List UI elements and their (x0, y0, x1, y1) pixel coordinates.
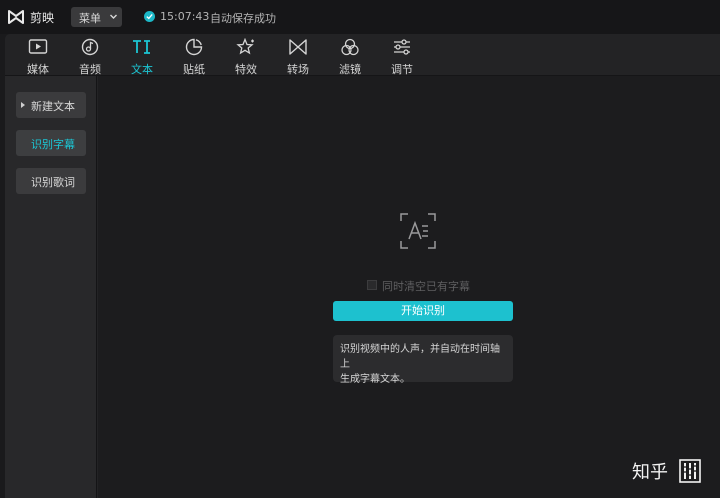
sidebar-item-label: 新建文本 (31, 100, 75, 113)
tab-audio-label: 音频 (79, 63, 101, 76)
tab-transition[interactable]: 转场 (274, 36, 322, 76)
caret-right-icon (21, 102, 25, 108)
clear-subtitles-label: 同时清空已有字幕 (382, 280, 470, 293)
start-recognition-button[interactable]: 开始识别 (333, 301, 513, 321)
clear-subtitles-checkbox[interactable] (367, 280, 377, 290)
auto-caption-icon (400, 213, 436, 249)
capcut-logo-icon (8, 10, 24, 24)
tab-audio[interactable]: 音频 (66, 36, 114, 76)
sidebar-item-label: 识别歌词 (31, 176, 75, 189)
save-status-text: 自动保存成功 (210, 12, 276, 25)
sidebar-item-label: 识别字幕 (31, 138, 75, 151)
tab-transition-label: 转场 (287, 63, 309, 76)
menu-label: 菜单 (79, 12, 101, 25)
audio-icon (81, 38, 99, 56)
tab-adjust-label: 调节 (391, 63, 413, 76)
check-circle-icon (144, 11, 155, 22)
tab-sticker-label: 贴纸 (183, 63, 205, 76)
media-icon (28, 39, 48, 54)
tab-adjust[interactable]: 调节 (378, 36, 426, 76)
tab-text-label: 文本 (131, 63, 153, 76)
tab-effects[interactable]: 特效 (222, 36, 270, 76)
recognition-hint: 识别视频中的人声，并自动在时间轴上 生成字幕文本。 (333, 335, 513, 385)
tab-sticker[interactable]: 贴纸 (170, 36, 218, 76)
hint-line-1: 识别视频中的人声，并自动在时间轴上 (340, 344, 500, 370)
filter-icon (341, 38, 359, 56)
sidebar-item-new-text[interactable]: 新建文本 (16, 92, 86, 118)
watermark-seal-icon (679, 459, 701, 483)
material-panel: 媒体 音频 文本 贴纸 特效 转场 滤镜 调节 新建文本 识别字幕 识别歌词 同… (5, 34, 720, 498)
text-icon (133, 40, 150, 54)
category-toolbar: 媒体 音频 文本 贴纸 特效 转场 滤镜 调节 (5, 34, 720, 76)
watermark-text: 知乎 (632, 462, 668, 483)
tab-filter-label: 滤镜 (339, 63, 361, 76)
tab-text[interactable]: 文本 (118, 36, 166, 76)
tab-filter[interactable]: 滤镜 (326, 36, 374, 76)
recognize-subtitles-panel: 同时清空已有字幕 开始识别 识别视频中的人声，并自动在时间轴上 生成字幕文本。 (98, 76, 720, 498)
chevron-down-icon (110, 14, 117, 19)
hint-line-2: 生成字幕文本。 (340, 374, 410, 385)
tab-media[interactable]: 媒体 (14, 36, 62, 76)
save-time: 15:07:43 (160, 10, 210, 23)
app-name: 剪映 (30, 11, 55, 25)
title-bar: 剪映 菜单 15:07:43 自动保存成功 (0, 0, 720, 34)
text-sidebar: 新建文本 识别字幕 识别歌词 (5, 76, 97, 498)
tab-media-label: 媒体 (27, 63, 49, 76)
tab-effects-label: 特效 (235, 63, 257, 76)
adjust-icon (394, 39, 410, 55)
transition-icon (289, 39, 307, 55)
sidebar-item-recognize-subtitles[interactable]: 识别字幕 (16, 130, 86, 156)
effects-icon (236, 38, 254, 55)
menu-dropdown[interactable]: 菜单 (71, 7, 122, 27)
sticker-icon (185, 38, 203, 56)
sidebar-item-recognize-lyrics[interactable]: 识别歌词 (16, 168, 86, 194)
